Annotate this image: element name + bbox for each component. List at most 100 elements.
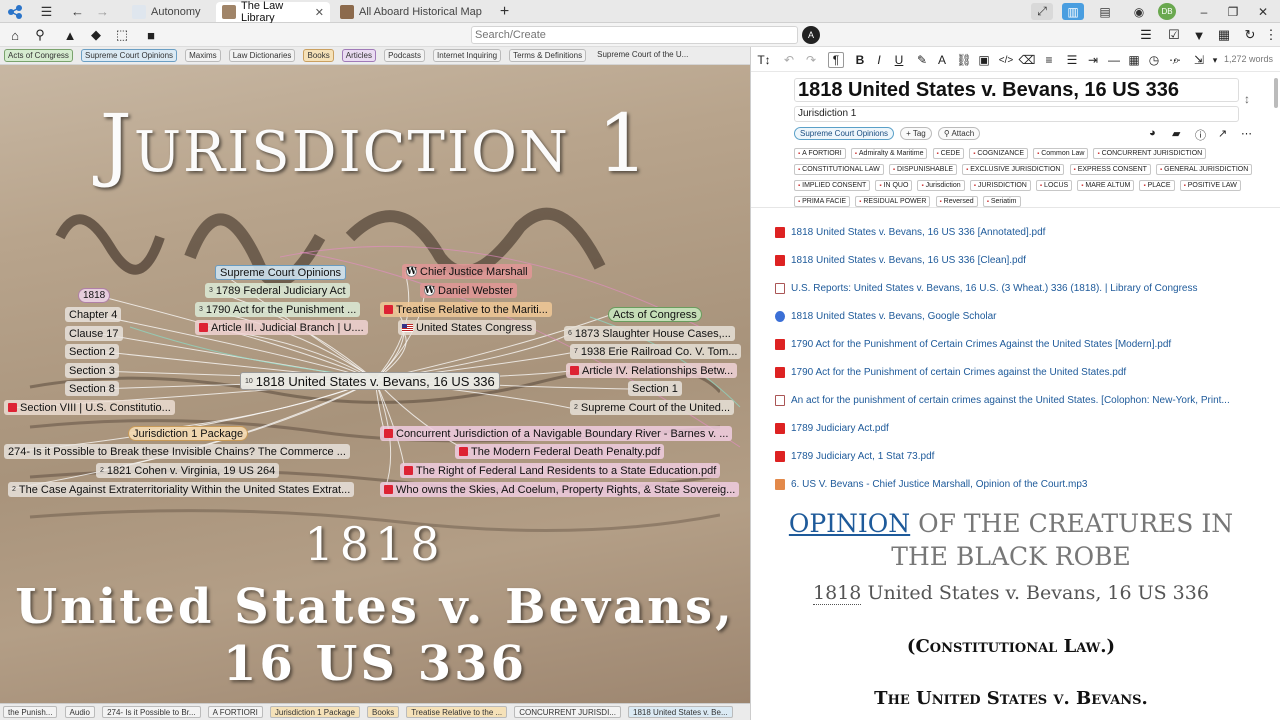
shapes-icon[interactable]: ▲ xyxy=(61,26,79,44)
keyword-chip[interactable]: CONCURRENT JURISDICTION xyxy=(1093,148,1207,159)
text-color-icon[interactable]: A xyxy=(934,52,950,68)
attachment-link[interactable]: 1790 Act for the Punishment of certain C… xyxy=(775,364,1126,380)
split-view-icon[interactable]: ▥ xyxy=(1062,3,1084,20)
info-icon[interactable]: ⓘ xyxy=(1195,127,1206,143)
graph-node[interactable]: 2 1821 Cohen v. Virginia, 19 US 264 xyxy=(96,463,280,478)
extension-icon[interactable]: ◉ xyxy=(1128,3,1150,20)
keyword-chip[interactable]: JURISDICTION xyxy=(969,180,1031,191)
open-item-tab[interactable]: 1818 United States v. Be... xyxy=(628,706,733,718)
share-icon[interactable]: ↗ xyxy=(1218,127,1227,140)
graph-node[interactable]: Article III. Judicial Branch | U.... xyxy=(195,320,368,335)
attachment-link[interactable]: U.S. Reports: United States v. Bevans, 1… xyxy=(775,280,1197,296)
tag-icon[interactable]: ◆ xyxy=(87,26,105,44)
table-icon[interactable]: ▦ xyxy=(1126,52,1142,68)
attachment-link[interactable]: 1818 United States v. Bevans, Google Sch… xyxy=(775,308,997,324)
graph-node[interactable]: W Daniel Webster xyxy=(420,283,517,298)
keyword-chip[interactable]: PRIMA FACIE xyxy=(794,196,851,207)
avatar[interactable]: DB xyxy=(1158,3,1176,20)
graph-node[interactable]: Section 3 xyxy=(65,363,119,378)
tab-autonomy[interactable]: Autonomy xyxy=(126,2,220,22)
keyword-chip[interactable]: EXCLUSIVE JURISDICTION xyxy=(962,164,1065,175)
keyword-chip[interactable]: Admiralty & Maritime xyxy=(850,148,928,159)
trim-icon[interactable]: ⤢ xyxy=(1031,3,1053,20)
graph-node[interactable]: Treatise Relative to the Mariti... xyxy=(380,302,552,317)
keyword-chip[interactable]: PLACE xyxy=(1139,180,1175,191)
paragraph-icon[interactable]: ¶ xyxy=(828,52,844,68)
forward-icon[interactable]: → xyxy=(94,3,111,20)
keyword-chip[interactable]: A FORTIORI xyxy=(794,148,846,159)
note-title-field[interactable]: 1818 United States v. Bevans, 16 US 336 xyxy=(794,78,1239,102)
graph-node[interactable]: Acts of Congress xyxy=(608,307,702,322)
resize-icon[interactable]: ↕ xyxy=(1244,92,1250,106)
search-icon[interactable]: ⌕ xyxy=(1168,52,1184,68)
graph-node[interactable]: 274- Is it Possible to Break these Invis… xyxy=(4,444,350,459)
open-item-tab[interactable]: A FORTIORI xyxy=(207,706,263,718)
eraser-icon[interactable]: ⌫ xyxy=(1019,52,1036,68)
highlight-icon[interactable]: ✎ xyxy=(914,52,930,68)
export-icon[interactable]: ⇲ xyxy=(1191,52,1207,68)
keyword-chip[interactable]: IMPLIED CONSENT xyxy=(794,180,871,191)
close-window-icon[interactable]: ✕ xyxy=(1252,3,1274,20)
graph-node[interactable]: United States Congress xyxy=(398,320,537,335)
palette-icon[interactable]: ◕ xyxy=(1149,127,1156,139)
graph-node[interactable]: Section VIII | U.S. Constitutio... xyxy=(4,400,175,415)
graph-node[interactable]: Who owns the Skies, Ad Coelum, Property … xyxy=(380,482,740,497)
graph-node[interactable]: W Chief Justice Marshall xyxy=(402,264,532,279)
unlock-icon[interactable]: ▰ xyxy=(1172,127,1180,140)
keyword-chip[interactable]: POSITIVE LAW xyxy=(1179,180,1241,191)
graph-node[interactable]: 2 The Case Against Extraterritoriality Wi… xyxy=(8,482,355,497)
keyword-chip[interactable]: Seriatim xyxy=(982,196,1021,207)
indent-icon[interactable]: ⇥ xyxy=(1085,52,1101,68)
scrollbar[interactable] xyxy=(1274,78,1278,108)
add-tag-button[interactable]: + Tag xyxy=(900,127,932,140)
text-size-icon[interactable]: T↕ xyxy=(756,52,772,68)
opinion-link[interactable]: OPINION xyxy=(789,509,910,538)
attach-button[interactable]: ⚲ Attach xyxy=(937,127,981,140)
align-icon[interactable]: ≡ xyxy=(1041,52,1057,68)
graph-node[interactable]: Concurrent Jurisdiction of a Navigable B… xyxy=(380,426,733,441)
graph-node[interactable]: The Modern Federal Death Penalty.pdf xyxy=(455,444,665,459)
graph-node[interactable]: Section 1 xyxy=(628,381,682,396)
open-item-tab[interactable]: CONCURRENT JURISDI... xyxy=(514,706,621,718)
ai-icon[interactable]: A xyxy=(802,26,820,44)
image-icon[interactable]: ▣ xyxy=(976,52,992,68)
attachment-link[interactable]: 1789 Judiciary Act, 1 Stat 73.pdf xyxy=(775,448,934,464)
attachment-link[interactable]: 1818 United States v. Bevans, 16 US 336 … xyxy=(775,224,1045,240)
menu-icon[interactable]: ☰ xyxy=(38,3,55,20)
folder-icon[interactable]: ■ xyxy=(142,26,160,44)
search-input[interactable] xyxy=(471,26,798,44)
keyword-chip[interactable]: CONSTITUTIONAL LAW xyxy=(794,164,884,175)
keyword-chip[interactable]: LOCUS xyxy=(1035,180,1073,191)
filter-icon[interactable]: ▼ xyxy=(1190,26,1208,44)
open-item-tab[interactable]: Jurisdiction 1 Package xyxy=(269,706,360,718)
underline-icon[interactable]: U xyxy=(891,52,907,68)
clock-icon[interactable]: ◷ xyxy=(1146,52,1162,68)
settings-sliders-icon[interactable]: ☰ xyxy=(1137,26,1155,44)
select-icon[interactable]: ⬚ xyxy=(113,26,131,44)
attachment-link[interactable]: 6. US V. Bevans - Chief Justice Marshall… xyxy=(775,476,1087,492)
keyword-chip[interactable]: GENERAL JURISDICTION xyxy=(1156,164,1253,175)
open-item-tab[interactable]: Treatise Relative to the ... xyxy=(406,706,508,718)
attachment-link[interactable]: 1790 Act for the Punishment of Certain C… xyxy=(775,336,1171,352)
list-icon[interactable]: ☰ xyxy=(1064,52,1080,68)
divider-icon[interactable]: — xyxy=(1106,52,1122,68)
tab-the-law-library[interactable]: The Law Library ✕ xyxy=(216,0,330,24)
more-icon[interactable]: ⋮ xyxy=(1262,26,1280,44)
checkbox-icon[interactable]: ☑ xyxy=(1165,26,1183,44)
graph-node[interactable]: 3 1790 Act for the Punishment ... xyxy=(195,302,361,317)
keyword-chip[interactable]: IN QUO xyxy=(875,180,913,191)
undo-icon[interactable]: ↶ xyxy=(781,52,797,68)
home-icon[interactable]: ⌂ xyxy=(6,26,24,44)
app-logo-icon[interactable] xyxy=(6,3,23,20)
keyword-chip[interactable]: MARE ALTUM xyxy=(1077,180,1135,191)
keyword-chip[interactable]: RESIDUAL POWER xyxy=(855,196,931,207)
tag-chip[interactable]: Supreme Court Opinions xyxy=(794,127,895,140)
keyword-chip[interactable]: CEDE xyxy=(932,148,965,159)
link-icon[interactable]: ⛓ xyxy=(956,52,972,68)
graph-node[interactable]: Chapter 4 xyxy=(65,307,122,322)
graph-node[interactable]: Supreme Court Opinions xyxy=(215,265,347,280)
graph-node[interactable]: Jurisdiction 1 Package xyxy=(128,426,249,441)
keyword-chip[interactable]: DISPUNISHABLE xyxy=(888,164,958,175)
note-subtitle-field[interactable]: Jurisdiction 1 xyxy=(794,106,1239,122)
attachment-link[interactable]: 1789 Judiciary Act.pdf xyxy=(775,420,889,436)
